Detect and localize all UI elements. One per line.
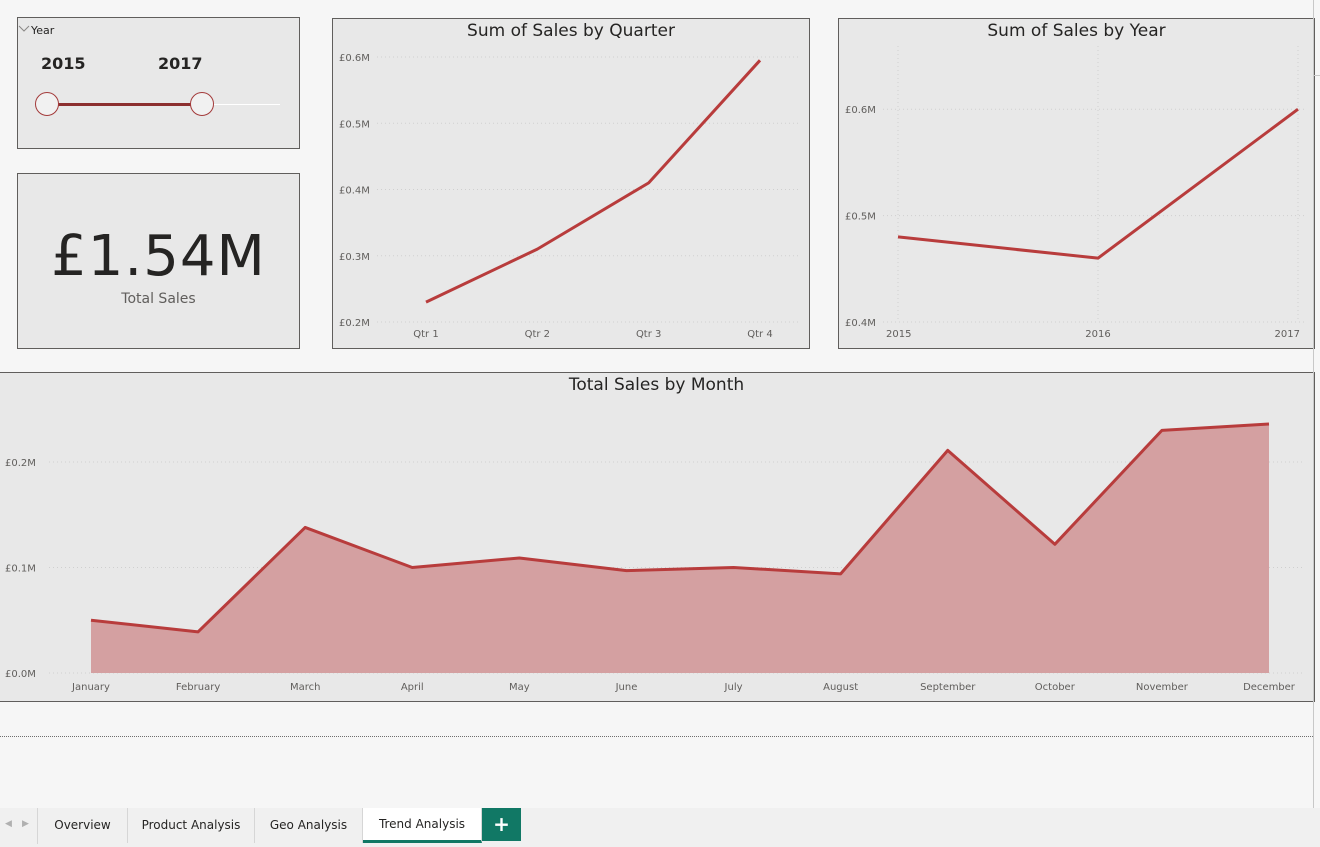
x-tick-label: Qtr 2 bbox=[525, 329, 550, 340]
slider-selected-range[interactable] bbox=[47, 103, 202, 106]
tab-scroll-arrows: ◀ ▶ bbox=[0, 808, 38, 844]
year-slicer[interactable]: Year 2015 2017 bbox=[17, 17, 300, 149]
page-boundary-divider bbox=[0, 736, 1313, 737]
data-point bbox=[732, 566, 736, 570]
tab-overview[interactable]: Overview bbox=[38, 808, 128, 843]
x-tick-label: July bbox=[724, 682, 743, 693]
data-point bbox=[89, 618, 93, 622]
x-tick-label: Qtr 1 bbox=[413, 329, 438, 340]
y-tick-label: £0.2M bbox=[339, 318, 370, 329]
x-tick-label: October bbox=[1035, 682, 1076, 693]
x-tick-label: June bbox=[615, 682, 638, 693]
chevron-down-icon[interactable] bbox=[18, 23, 30, 33]
area-fill bbox=[91, 424, 1269, 673]
slider-end-handle[interactable] bbox=[190, 92, 214, 116]
page-tab-bar: ◀ ▶ Overview Product Analysis Geo Analys… bbox=[0, 808, 1320, 847]
y-tick-label: £0.5M bbox=[845, 212, 876, 223]
x-tick-label: 2015 bbox=[886, 329, 911, 340]
x-tick-label: January bbox=[71, 682, 110, 693]
slicer-start-value: 2015 bbox=[41, 54, 86, 73]
kpi-value: £1.54M bbox=[51, 224, 266, 289]
x-tick-label: Qtr 4 bbox=[747, 329, 772, 340]
y-tick-label: £0.0M bbox=[5, 669, 36, 680]
x-tick-label: August bbox=[823, 682, 858, 693]
tab-trend-analysis[interactable]: Trend Analysis bbox=[363, 808, 482, 843]
quarter-chart-plot[interactable]: £0.2M £0.3M £0.4M £0.5M £0.6M Qtr 1 Qtr 2 Qtr 3… bbox=[333, 19, 809, 348]
data-point bbox=[410, 566, 414, 570]
data-point bbox=[839, 572, 843, 576]
slicer-label: Year bbox=[31, 24, 55, 37]
data-point bbox=[1096, 256, 1100, 260]
total-sales-card: £1.54M Total Sales bbox=[17, 173, 300, 349]
chevron-left-icon[interactable]: ◀ bbox=[5, 819, 12, 829]
month-chart-plot[interactable]: £0.0M £0.1M £0.2M January February March April… bbox=[0, 373, 1314, 701]
y-tick-label: £0.5M bbox=[339, 119, 370, 130]
tab-geo-analysis[interactable]: Geo Analysis bbox=[255, 808, 363, 843]
data-point bbox=[946, 448, 950, 452]
data-point bbox=[196, 630, 200, 634]
x-tick-label: Qtr 3 bbox=[636, 329, 661, 340]
x-tick-label: April bbox=[401, 682, 424, 693]
tab-product-analysis[interactable]: Product Analysis bbox=[128, 808, 255, 843]
data-point bbox=[1053, 542, 1057, 546]
x-tick-label: 2016 bbox=[1085, 329, 1110, 340]
sales-by-month-chart[interactable]: Total Sales by Month £0.0M £0.1M £0.2M Janu… bbox=[0, 372, 1315, 702]
data-point bbox=[1267, 422, 1271, 426]
series-line bbox=[425, 59, 762, 304]
data-point bbox=[1296, 107, 1300, 111]
data-point bbox=[758, 58, 762, 62]
year-chart-plot[interactable]: £0.4M £0.5M £0.6M 2015 2016 2017 bbox=[839, 19, 1314, 348]
x-tick-label: May bbox=[509, 682, 530, 693]
y-tick-label: £0.1M bbox=[5, 564, 36, 575]
data-point bbox=[647, 181, 651, 185]
series-line bbox=[897, 107, 1299, 260]
y-tick-label: £0.6M bbox=[339, 53, 370, 64]
data-point bbox=[535, 247, 539, 251]
add-page-button[interactable]: + bbox=[482, 808, 521, 841]
x-tick-label: 2017 bbox=[1275, 329, 1300, 340]
x-tick-label: March bbox=[290, 682, 320, 693]
x-tick-label: December bbox=[1243, 682, 1296, 693]
y-tick-label: £0.6M bbox=[845, 105, 876, 116]
data-point bbox=[303, 525, 307, 529]
x-tick-label: November bbox=[1136, 682, 1189, 693]
y-tick-label: £0.4M bbox=[339, 186, 370, 197]
data-point bbox=[1160, 428, 1164, 432]
y-tick-label: £0.3M bbox=[339, 252, 370, 263]
kpi-label: Total Sales bbox=[121, 291, 196, 307]
scrollbar-thumb[interactable] bbox=[1314, 75, 1320, 76]
data-point bbox=[896, 235, 900, 239]
y-tick-label: £0.4M bbox=[845, 318, 876, 329]
x-tick-label: February bbox=[176, 682, 220, 693]
x-tick-label: September bbox=[920, 682, 976, 693]
sales-by-year-chart[interactable]: Sum of Sales by Year £0.4M £0.5M £0.6M 2015… bbox=[838, 18, 1315, 349]
sales-by-quarter-chart[interactable]: Sum of Sales by Quarter £0.2M £0.3M £0.4M £… bbox=[332, 18, 810, 349]
vertical-scrollbar[interactable] bbox=[1313, 0, 1314, 808]
data-point bbox=[624, 569, 628, 573]
y-tick-label: £0.2M bbox=[5, 458, 36, 469]
slicer-end-value: 2017 bbox=[158, 54, 203, 73]
data-point bbox=[424, 300, 428, 304]
chevron-right-icon[interactable]: ▶ bbox=[22, 819, 29, 829]
data-point bbox=[517, 556, 521, 560]
slider-start-handle[interactable] bbox=[35, 92, 59, 116]
